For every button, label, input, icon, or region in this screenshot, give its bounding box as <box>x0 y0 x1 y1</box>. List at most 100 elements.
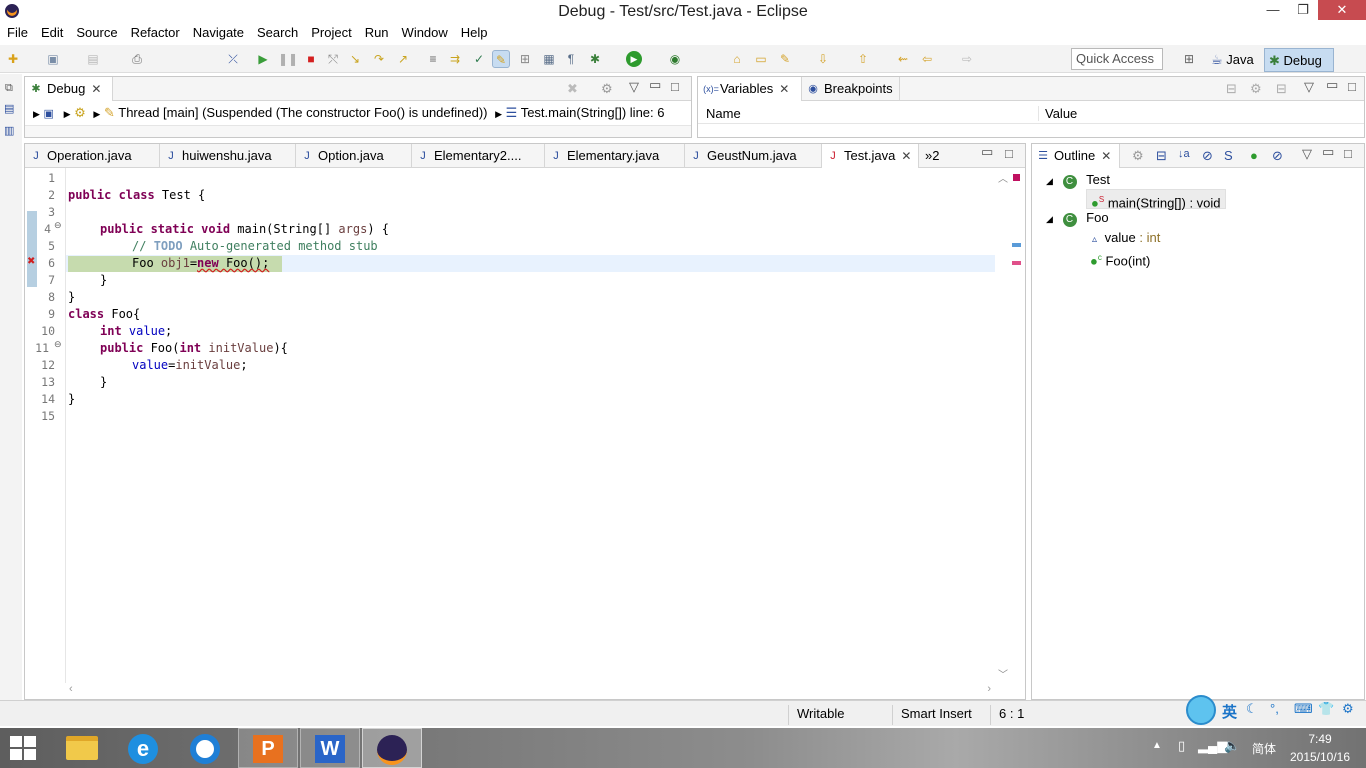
taskbar-wps-writer[interactable]: W <box>300 728 360 768</box>
settings-icon[interactable]: ⚙ <box>1342 701 1354 717</box>
overview-marker-todo[interactable] <box>1012 243 1021 247</box>
column-name[interactable]: Name <box>706 106 741 121</box>
editor-hscroll[interactable]: ‹ › <box>65 683 995 699</box>
thread-label[interactable]: Thread [main] (Suspended (The constructo… <box>118 105 487 120</box>
ime-mascot-icon[interactable] <box>1186 695 1216 725</box>
menu-source[interactable]: Source <box>69 24 123 42</box>
outline-item-value[interactable]: ▵ value : int <box>1092 228 1160 248</box>
menu-refactor[interactable]: Refactor <box>124 24 186 42</box>
remove-terminated-icon[interactable]: ✖ <box>567 81 578 97</box>
scroll-right-icon[interactable]: › <box>987 683 991 695</box>
resume-icon[interactable]: ▶ <box>254 50 272 68</box>
restore-icon[interactable]: ⧉ <box>5 82 13 95</box>
tab-test-java[interactable]: J Test.java ✕ <box>822 144 919 168</box>
step-into-icon[interactable]: ↘ <box>346 50 364 68</box>
close-button[interactable]: ✕ <box>1318 0 1366 20</box>
show-logical-icon[interactable]: ⚙ <box>1250 81 1262 97</box>
quick-access-input[interactable]: Quick Access <box>1071 48 1163 70</box>
stack-frame-label[interactable]: Test.main(String[]) line: 6 <box>521 105 665 120</box>
maximize-view-icon[interactable]: □ <box>1344 146 1352 161</box>
fold-icon[interactable]: ⊖ <box>54 339 62 350</box>
menu-navigate[interactable]: Navigate <box>186 24 250 42</box>
tab-breakpoints[interactable]: ◉ Breakpoints <box>802 77 900 101</box>
tab-elementary-java[interactable]: J Elementary.java <box>545 144 685 168</box>
perspective-debug[interactable]: ✱ Debug <box>1264 48 1334 72</box>
menu-edit[interactable]: Edit <box>34 24 69 42</box>
tab-operation-java[interactable]: J Operation.java <box>25 144 160 168</box>
minimize-view-icon[interactable]: ▭ <box>649 77 661 93</box>
coverage-icon[interactable]: ◉ <box>666 50 684 68</box>
close-icon[interactable]: ✕ <box>91 82 101 96</box>
view-menu-icon[interactable]: ▽ <box>1304 79 1314 95</box>
tab-debug[interactable]: ✱ Debug ✕ <box>25 77 113 101</box>
hide-static-icon[interactable]: S <box>1224 148 1233 163</box>
last-edit-icon[interactable]: ⇜ <box>894 50 912 68</box>
collapse-all-icon[interactable]: ⊟ <box>1276 81 1287 97</box>
close-icon[interactable]: ✕ <box>901 149 911 163</box>
network-icon[interactable]: ▂▄▆ <box>1198 738 1227 754</box>
print-icon[interactable]: ⎙ <box>128 50 146 68</box>
sort-icon[interactable]: ↓a <box>1178 148 1190 160</box>
code-editor[interactable]: public class Test { public static void m… <box>65 168 995 683</box>
open-task-icon[interactable]: ▭ <box>752 50 770 68</box>
menu-help[interactable]: Help <box>454 24 494 42</box>
maximize-view-icon[interactable]: □ <box>1005 146 1013 161</box>
view-settings-icon[interactable]: ⚙ <box>601 81 613 97</box>
toggle-breakpoint-icon[interactable]: ✓ <box>470 50 488 68</box>
focus-icon[interactable]: ⚙ <box>1132 148 1144 164</box>
minimize-view-icon[interactable]: ▭ <box>1322 144 1334 160</box>
show-types-icon[interactable]: ⊟ <box>1226 81 1237 97</box>
column-value[interactable]: Value <box>1038 106 1077 121</box>
show-pilcrow-icon[interactable]: ¶ <box>562 50 580 68</box>
maximize-view-icon[interactable]: □ <box>1348 79 1356 94</box>
debug-tree-row[interactable]: ▶ ▣ ▶ ⚙ ▶ ✎ Thread [main] (Suspended (Th… <box>33 103 693 123</box>
minimize-view-icon[interactable]: ▭ <box>981 144 993 160</box>
close-icon[interactable]: ✕ <box>779 82 789 96</box>
drop-to-frame-icon[interactable]: ≡ <box>424 50 442 68</box>
expand-arrow-icon[interactable]: ▶ <box>33 109 40 119</box>
menu-run[interactable]: Run <box>358 24 395 42</box>
error-marker-icon[interactable]: ✖ <box>27 256 35 267</box>
volume-icon[interactable]: 🔈 <box>1224 738 1240 754</box>
run-icon[interactable]: ▶ <box>626 51 642 67</box>
fold-icon[interactable]: ⊖ <box>54 220 62 231</box>
outline-item-foo[interactable]: ◢ C Foo <box>1046 208 1109 228</box>
debug-run-icon[interactable]: ✱ <box>586 50 604 68</box>
prev-annotation-icon[interactable]: ⇧ <box>854 50 872 68</box>
use-step-filters-icon[interactable]: ⇉ <box>446 50 464 68</box>
skin-icon[interactable]: 👕 <box>1318 701 1334 717</box>
menu-window[interactable]: Window <box>395 24 454 42</box>
outline-item-main[interactable]: ●S main(String[]) : void <box>1086 189 1226 210</box>
scroll-left-icon[interactable]: ‹ <box>69 683 73 695</box>
show-whitespace-icon[interactable]: ▦ <box>540 50 558 68</box>
keyboard-icon[interactable]: ⌨ <box>1294 701 1313 717</box>
close-icon[interactable]: ✕ <box>1101 149 1111 163</box>
terminate-icon[interactable]: ■ <box>302 50 320 68</box>
menu-file[interactable]: File <box>0 24 34 42</box>
tab-huiwenshu-java[interactable]: Jhuiwenshu.java <box>160 144 296 168</box>
ime-lang[interactable]: 英 <box>1222 701 1237 722</box>
tab-geustnum-java[interactable]: J GeustNum.java <box>685 144 822 168</box>
taskbar-explorer[interactable] <box>52 728 112 768</box>
save-icon[interactable]: ▣ <box>44 50 62 68</box>
menu-project[interactable]: Project <box>304 24 357 42</box>
forward-icon[interactable]: ⇨ <box>958 50 976 68</box>
tab-overflow[interactable]: »2 <box>919 144 953 168</box>
expand-arrow-icon[interactable]: ▶ <box>495 109 502 119</box>
debug-hscroll[interactable] <box>25 125 691 137</box>
minimize-view-icon[interactable]: ▭ <box>1326 77 1338 93</box>
save-all-icon[interactable]: ▤ <box>84 50 102 68</box>
block-selection-icon[interactable]: ⊞ <box>516 50 534 68</box>
minimize-button[interactable]: — <box>1258 0 1288 20</box>
new-icon[interactable]: ✚ <box>4 50 22 68</box>
moon-icon[interactable]: ☾ <box>1246 701 1258 717</box>
expand-arrow-icon[interactable]: ▶ <box>64 109 71 119</box>
overview-marker-error[interactable] <box>1012 261 1021 265</box>
step-return-icon[interactable]: ↗ <box>394 50 412 68</box>
error-overview-marker[interactable] <box>1013 174 1020 181</box>
next-annotation-icon[interactable]: ⇩ <box>814 50 832 68</box>
menu-search[interactable]: Search <box>250 24 304 42</box>
open-type-icon[interactable]: ⌂ <box>728 50 746 68</box>
show-hidden-icons[interactable]: ▲ <box>1152 740 1162 751</box>
search-icon[interactable]: ✎ <box>776 50 794 68</box>
